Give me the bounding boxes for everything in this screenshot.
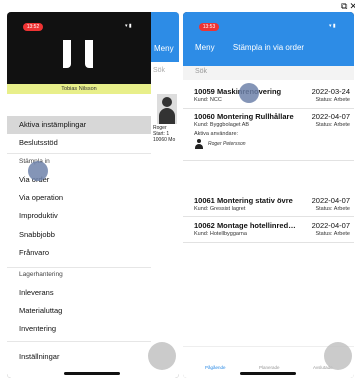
section-lagerhantering: Lagerhantering	[19, 271, 63, 278]
order-date: 2022-04-07	[311, 221, 350, 230]
order-title: 10060 Montering Rullhållare	[194, 112, 294, 121]
order-customer: Kund: Gressist lagret	[194, 206, 246, 212]
drawer-header: 13:52 ▾ ▮ Tobias Nilsson	[7, 12, 151, 94]
order-status: Status: Arbete	[315, 231, 350, 237]
menu-installningar[interactable]: Inställningar	[7, 348, 151, 366]
popout-icon[interactable]: ⧉	[341, 2, 347, 12]
roger-line-3: 10060 Mo	[153, 137, 176, 143]
order-status: Status: Arbete	[315, 206, 350, 212]
order-title: 10061 Montering stativ övre	[194, 196, 293, 205]
divider	[183, 216, 354, 217]
divider	[183, 160, 354, 161]
order-date: 2022-04-07	[311, 112, 350, 121]
order-customer: Kund: Byggbolaget AB	[194, 122, 250, 128]
status-time: 13:53	[199, 23, 219, 31]
menu-snabbjobb[interactable]: Snabbjobb	[7, 226, 151, 244]
divider	[183, 242, 354, 243]
menu-materialuttag[interactable]: Materialuttag	[7, 302, 151, 320]
order-item[interactable]: 10061 Montering stativ övre 2022-04-07 K…	[194, 196, 350, 214]
user-name: Tobias Nilsson	[7, 84, 151, 94]
window-controls: ⧉ ✕	[341, 2, 355, 12]
order-date: 2022-04-07	[311, 196, 350, 205]
header-bar: 13:53 ▾ ▮ Meny Stämpla in via order	[183, 12, 354, 66]
brand-logo	[63, 40, 93, 68]
home-indicator[interactable]	[240, 372, 296, 375]
search-input[interactable]: Sök	[183, 66, 354, 80]
active-user-name: Roger Petersson	[208, 141, 246, 147]
phone-right: 13:53 ▾ ▮ Meny Stämpla in via order Sök …	[183, 12, 354, 378]
menu-franvaro[interactable]: Frånvaro	[7, 244, 151, 262]
order-item[interactable]: 10059 Maskinrenovering 2022-03-24 Kund: …	[194, 87, 350, 105]
divider	[7, 341, 151, 342]
divider	[7, 153, 151, 154]
order-date: 2022-03-24	[311, 87, 350, 96]
person-icon	[195, 139, 203, 149]
active-user: Roger Petersson	[194, 138, 350, 150]
menu-aktiva-instamplingar[interactable]: Aktiva instämplingar	[7, 116, 151, 134]
order-customer: Kund: Hotellbyggarna	[194, 231, 247, 237]
active-users-label: Aktiva användare:	[194, 131, 239, 137]
search-placeholder: Sök	[195, 68, 208, 75]
order-status: Status: Arbete	[315, 122, 350, 128]
roger-card: Roger Start: 1 10060 Mo	[151, 94, 179, 144]
navigation-drawer: 13:52 ▾ ▮ Tobias Nilsson Aktiva instämpl…	[7, 12, 151, 378]
menu-improduktiv[interactable]: Improduktiv	[7, 207, 151, 225]
order-list-screen: Sök 10059 Maskinrenovering 2022-03-24 Ku…	[183, 66, 354, 378]
page-title: Stämpla in via order	[232, 43, 305, 52]
touch-indicator	[148, 342, 176, 370]
order-item[interactable]: 10062 Montage hotellinred… 2022-04-07 Ku…	[194, 221, 350, 239]
menu-via-operation[interactable]: Via operation	[7, 189, 151, 207]
status-icons: ▾ ▮	[125, 23, 132, 29]
order-customer: Kund: NCC	[194, 97, 222, 103]
touch-indicator	[324, 342, 352, 370]
close-icon[interactable]: ✕	[349, 2, 355, 12]
order-status: Status: Arbete	[315, 97, 350, 103]
meny-button[interactable]: Meny	[154, 44, 174, 53]
search-label: Sök	[153, 67, 166, 74]
background-screen: Meny Sök Roger Start: 1 10060 Mo	[151, 12, 179, 378]
header-bar	[151, 12, 179, 62]
order-item[interactable]: 10060 Montering Rullhållare 2022-04-07 K…	[194, 112, 350, 150]
menu-inleverans[interactable]: Inleverans	[7, 284, 151, 302]
phone-left: Meny Sök Roger Start: 1 10060 Mo 13:52 ▾…	[7, 12, 179, 378]
divider	[7, 267, 151, 268]
order-title: 10059 Maskinrenovering	[194, 87, 282, 96]
touch-indicator	[239, 83, 259, 103]
order-title: 10062 Montage hotellinred…	[194, 221, 296, 230]
menu-inventering[interactable]: Inventering	[7, 320, 151, 338]
home-indicator[interactable]	[64, 372, 120, 375]
person-avatar	[157, 94, 177, 124]
status-time: 13:52	[23, 23, 43, 31]
tab-planerade[interactable]: Planerade	[259, 365, 280, 370]
menu-beslutsstod[interactable]: Beslutsstöd	[7, 134, 151, 152]
touch-indicator	[28, 161, 48, 181]
status-icons: ▾ ▮	[329, 23, 336, 29]
section-stampla-in: Stämpla in	[19, 158, 50, 165]
divider	[183, 108, 354, 109]
tab-pagaende[interactable]: Pågående	[205, 365, 226, 370]
